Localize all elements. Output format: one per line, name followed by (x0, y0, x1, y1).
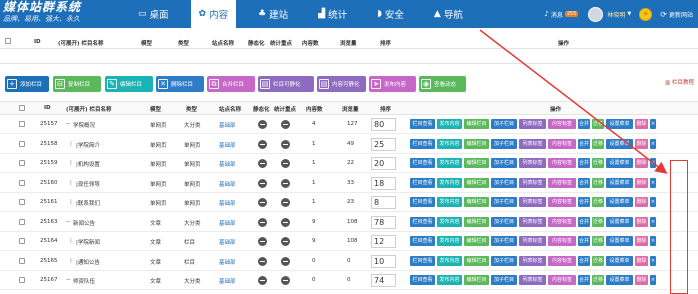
annotation-arrow (479, 29, 668, 174)
